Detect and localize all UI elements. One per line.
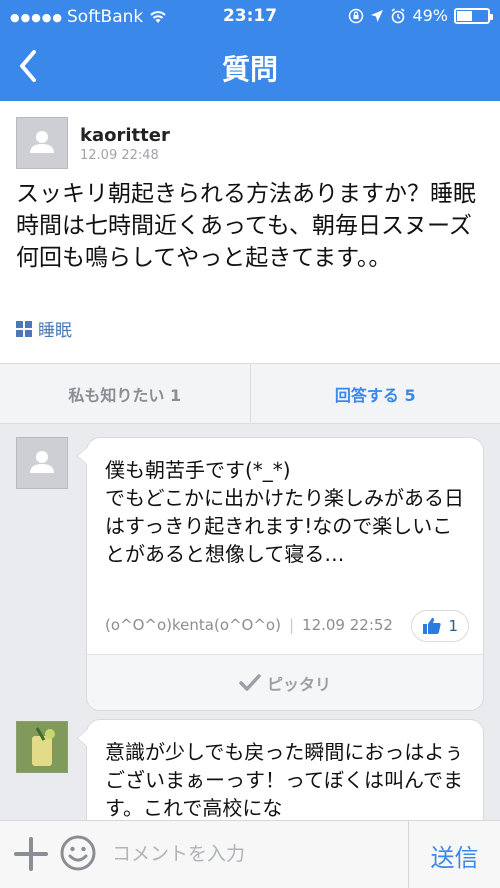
send-button[interactable]: 送信 bbox=[409, 821, 500, 888]
meta-separator: | bbox=[288, 616, 295, 634]
question-timestamp: 12.09 22:48 bbox=[80, 148, 159, 163]
bubble-tail bbox=[78, 730, 87, 746]
me-too-button[interactable]: 私も知りたい 1 bbox=[0, 364, 251, 423]
question-actions: 私も知りたい 1 回答する 5 bbox=[0, 363, 500, 424]
status-bar: ●●●●● SoftBank 23:17 49% bbox=[0, 0, 500, 34]
battery-icon bbox=[454, 7, 493, 24]
battery-tip bbox=[490, 13, 493, 20]
status-indicators: 49% bbox=[348, 6, 493, 25]
answer-meta: (o^O^o)kenta(o^O^o) | 12.09 22:52 bbox=[105, 616, 393, 634]
question-username[interactable]: kaoritter bbox=[80, 125, 170, 146]
answer-card: 意識が少しでも戻った瞬間におっはよぅございまぁーっす！ってぼくは叫んでます。これ… bbox=[77, 719, 484, 820]
like-button[interactable]: 1 bbox=[411, 610, 469, 642]
comment-composer: 送信 bbox=[0, 820, 500, 888]
location-icon bbox=[371, 9, 384, 22]
plus-icon[interactable] bbox=[14, 837, 48, 871]
rotation-lock-icon bbox=[349, 8, 364, 23]
default-user-icon bbox=[30, 451, 54, 473]
pittari-label: ピッタリ bbox=[266, 674, 331, 694]
navigation-bar: 質問 bbox=[0, 34, 500, 101]
comment-input[interactable] bbox=[112, 831, 402, 877]
emoji-icon[interactable] bbox=[60, 835, 96, 871]
user-photo-icon bbox=[17, 722, 67, 772]
answer-card: 僕も朝苦手です(*_*) でもどこかに出かけたり楽しみがある日はすっきり起きれま… bbox=[77, 437, 484, 711]
default-user-icon bbox=[30, 131, 54, 153]
answer-body: 意識が少しでも戻った瞬間におっはよぅございまぁーっす！ってぼくは叫んでます。これ… bbox=[105, 740, 464, 820]
thumbs-up-icon bbox=[423, 617, 442, 634]
question-card: kaoritter 12.09 22:48 スッキリ朝起きられる方法ありますか？… bbox=[0, 101, 500, 363]
bubble-tail bbox=[78, 448, 87, 464]
answers-list: 僕も朝苦手です(*_*) でもどこかに出かけたり楽しみがある日はすっきり起きれま… bbox=[0, 424, 500, 820]
answer-button[interactable]: 回答する 5 bbox=[251, 364, 500, 423]
checkmark-icon bbox=[239, 673, 261, 691]
like-count: 1 bbox=[448, 617, 458, 635]
tag-link[interactable]: 睡眠 bbox=[16, 316, 72, 341]
alarm-icon bbox=[391, 7, 405, 23]
avatar[interactable] bbox=[16, 721, 68, 773]
app-header: ●●●●● SoftBank 23:17 49% 質問 bbox=[0, 0, 500, 101]
battery-level bbox=[457, 10, 472, 21]
question-body: スッキリ朝起きられる方法ありますか？睡眠時間は七時間近くあっても、朝毎日スヌーズ… bbox=[16, 181, 476, 271]
category-grid-icon bbox=[16, 320, 32, 337]
page-title: 質問 bbox=[221, 53, 278, 86]
avatar[interactable] bbox=[16, 117, 68, 169]
answer-timestamp: 12.09 22:52 bbox=[302, 616, 393, 634]
answer-body: 僕も朝苦手です(*_*) でもどこかに出かけたり楽しみがある日はすっきり起きれま… bbox=[105, 458, 464, 566]
battery-percent: 49% bbox=[412, 6, 448, 25]
answer-author[interactable]: (o^O^o)kenta(o^O^o) bbox=[105, 616, 281, 634]
tag-label: 睡眠 bbox=[38, 321, 72, 341]
avatar[interactable] bbox=[16, 437, 68, 489]
pittari-button[interactable]: ピッタリ bbox=[87, 654, 483, 710]
